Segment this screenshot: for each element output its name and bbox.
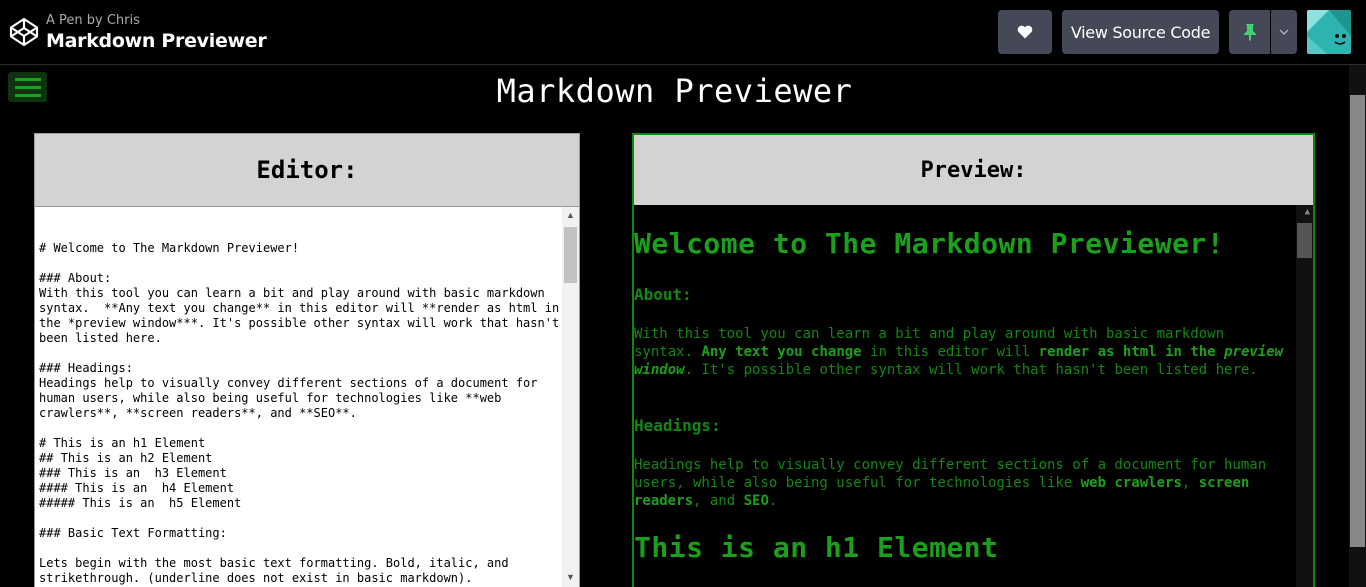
preview-h1: Welcome to The Markdown Previewer! — [634, 227, 1225, 260]
preview-label: Preview: — [634, 135, 1313, 205]
preview-about-paragraph: With this tool you can learn a bit and p… — [634, 326, 1284, 378]
pin-dropdown-button[interactable] — [1271, 10, 1297, 54]
preview-about-heading: About: — [634, 285, 692, 304]
heart-button[interactable] — [998, 10, 1052, 54]
app-area: Markdown Previewer Editor: # Welcome to … — [0, 65, 1349, 587]
editor-textarea[interactable]: # Welcome to The Markdown Previewer! ###… — [35, 206, 579, 587]
preview-panel: Preview: Welcome to The Markdown Preview… — [632, 133, 1315, 587]
editor-label: Editor: — [256, 156, 358, 184]
codepen-header: A Pen by Chris Markdown Previewer View S… — [0, 0, 1366, 65]
editor-text[interactable]: # Welcome to The Markdown Previewer! ###… — [39, 241, 559, 586]
pin-icon — [1243, 24, 1256, 41]
preview-content: Welcome to The Markdown Previewer! About… — [634, 205, 1313, 587]
editor-scroll-thumb[interactable] — [564, 227, 577, 283]
view-source-button[interactable]: View Source Code — [1062, 10, 1219, 54]
chevron-down-icon — [1279, 29, 1289, 35]
pen-byline[interactable]: A Pen by Chris — [46, 13, 140, 28]
editor-scrollbar[interactable]: ▲ ▼ — [562, 207, 579, 587]
scroll-down-icon[interactable]: ▼ — [565, 572, 576, 583]
heart-icon — [1017, 25, 1033, 39]
editor-panel: Editor: # Welcome to The Markdown Previe… — [34, 133, 580, 587]
preview-headings-heading: Headings: — [634, 416, 721, 435]
pin-button[interactable] — [1229, 10, 1270, 54]
pen-title: Markdown Previewer — [46, 30, 267, 52]
scroll-up-icon[interactable]: ▲ — [1305, 207, 1310, 217]
page-scroll-thumb[interactable] — [1350, 95, 1365, 547]
preview-h1-element: This is an h1 Element — [634, 531, 999, 564]
preview-headings-paragraph: Headings help to visually convey differe… — [634, 457, 1267, 509]
codepen-logo-icon[interactable] — [8, 16, 40, 48]
preview-scroll-thumb[interactable] — [1297, 223, 1312, 258]
preview-scrollbar[interactable]: ▲ — [1296, 205, 1313, 587]
scroll-up-icon[interactable]: ▲ — [565, 210, 576, 221]
page-title: Markdown Previewer — [496, 72, 853, 110]
avatar[interactable] — [1307, 10, 1351, 54]
